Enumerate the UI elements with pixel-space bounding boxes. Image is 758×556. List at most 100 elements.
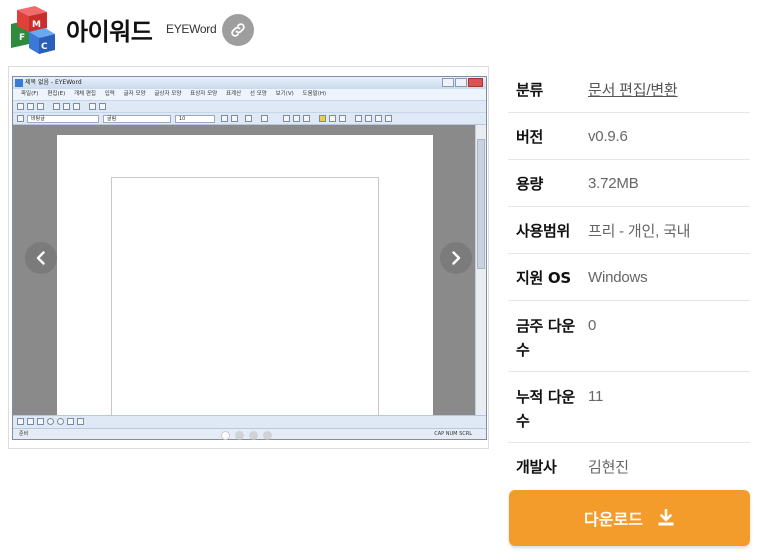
link-icon — [231, 23, 245, 37]
bold-icon — [283, 115, 290, 122]
slide-dot[interactable] — [221, 431, 230, 440]
info-label: 누적 다운수 — [516, 388, 575, 430]
font-combo: 바탕글 — [27, 115, 99, 123]
line-tool-icon — [17, 418, 24, 425]
menu-item: 글자 모양 — [123, 91, 146, 97]
download-button[interactable]: 다운로드 — [509, 490, 750, 546]
app-screenshot: 제목 없음 - EYEWord 파일(F) 편집(E) 개체 편집 입력 글자 … — [12, 76, 487, 440]
outdent-icon — [385, 115, 392, 122]
info-value: 프리 - 개인, 국내 — [588, 222, 691, 240]
menu-item: 개체 편집 — [73, 91, 96, 97]
screenshot-gallery: 제목 없음 - EYEWord 파일(F) 편집(E) 개체 편집 입력 글자 … — [8, 66, 489, 449]
new-doc-icon — [17, 103, 24, 110]
numbered-list-icon — [365, 115, 372, 122]
info-label: 개발사 — [516, 458, 557, 476]
info-row-total-downloads: 누적 다운수 11 — [508, 372, 750, 443]
info-label: 용량 — [516, 174, 544, 193]
list-icon — [355, 115, 362, 122]
arc-tool-icon — [67, 418, 74, 425]
window-controls — [442, 78, 483, 87]
window-menubar: 파일(F) 편집(E) 개체 편집 입력 글자 모양 글상자 모양 표상자 모양… — [13, 89, 486, 100]
info-row-os: 지원 OS Windows — [508, 254, 750, 301]
print-icon — [89, 103, 96, 110]
window-titlebar: 제목 없음 - EYEWord — [13, 77, 486, 89]
rounded-rect-tool-icon — [37, 418, 44, 425]
cut-icon — [53, 103, 60, 110]
category-link[interactable]: 문서 편집/변환 — [588, 79, 750, 100]
info-row-weekly-downloads: 금주 다운수 0 — [508, 301, 750, 372]
circle-tool-icon — [57, 418, 64, 425]
info-row-version: 버전 v0.9.6 — [508, 113, 750, 160]
align-center-icon — [329, 115, 336, 122]
maximize-icon — [455, 78, 467, 87]
align-right-icon — [339, 115, 346, 122]
help-icon — [99, 103, 106, 110]
logo-letter-f: F — [19, 33, 25, 43]
info-value: 11 — [588, 388, 604, 405]
menu-item: 도움말(H) — [302, 91, 327, 97]
ellipse-tool-icon — [47, 418, 54, 425]
menu-item: 입력 — [104, 91, 115, 97]
previous-screenshot-button[interactable] — [25, 242, 57, 274]
logo-letter-c: C — [41, 42, 48, 52]
open-icon — [27, 103, 34, 110]
menu-item: 글상자 모양 — [154, 91, 182, 97]
next-screenshot-button[interactable] — [440, 242, 472, 274]
window-drawing-toolbar — [13, 415, 486, 428]
status-text: 준비 — [19, 431, 29, 437]
close-icon — [468, 78, 483, 87]
minimize-icon — [442, 78, 454, 87]
italic-icon — [293, 115, 300, 122]
download-label: 다운로드 — [584, 510, 643, 529]
app-subtitle: EYEWord — [166, 22, 217, 36]
menu-item: 선 모양 — [249, 91, 267, 97]
font-grow-icon — [221, 115, 228, 122]
status-indicators: CAP NUM SCRL — [434, 431, 472, 437]
slide-indicator — [221, 431, 272, 440]
logo-letter-m: M — [32, 20, 41, 30]
info-label: 지원 OS — [516, 268, 571, 287]
page-margin-guide — [111, 177, 379, 427]
info-label: 사용범위 — [516, 221, 571, 240]
menu-item: 보기(V) — [275, 91, 294, 97]
app-logo: F M C — [11, 6, 55, 54]
info-row-category: 분류 문서 편집/변환 — [508, 66, 750, 113]
info-row-license: 사용범위 프리 - 개인, 국내 — [508, 207, 750, 254]
save-icon — [37, 103, 44, 110]
chevron-right-icon — [452, 251, 461, 265]
menu-item: 표상자 모양 — [190, 91, 218, 97]
chevron-left-icon — [36, 251, 45, 265]
window-vertical-scrollbar — [475, 125, 486, 417]
rect-tool-icon — [27, 418, 34, 425]
style-combo: 굴림 — [103, 115, 171, 123]
menu-item: 표계산 — [225, 91, 242, 97]
underline-icon — [303, 115, 310, 122]
indent-icon — [375, 115, 382, 122]
info-value: v0.9.6 — [588, 127, 628, 145]
info-value: 3.72MB — [588, 174, 639, 192]
scrollbar-thumb — [477, 139, 485, 269]
window-toolbar-format: 바탕글 굴림 10 — [13, 112, 486, 125]
highlight-icon — [245, 115, 252, 122]
info-row-developer: 개발사 김현진 — [508, 443, 750, 490]
info-value: Windows — [588, 268, 648, 286]
homepage-link-button[interactable] — [222, 14, 254, 46]
slide-dot[interactable] — [235, 431, 244, 440]
slide-dot[interactable] — [263, 431, 272, 440]
window-toolbar-main — [13, 100, 486, 112]
info-label: 분류 — [516, 80, 544, 99]
app-title: 아이워드 — [66, 18, 153, 46]
info-label: 버전 — [516, 127, 544, 146]
menu-item: 편집(E) — [47, 91, 66, 97]
window-app-icon — [15, 79, 23, 87]
info-value: 김현진 — [588, 459, 629, 476]
textbox-tool-icon — [77, 418, 84, 425]
slide-dot[interactable] — [249, 431, 258, 440]
align-left-icon — [319, 115, 326, 122]
style-icon — [17, 115, 24, 122]
info-row-size: 용량 3.72MB — [508, 160, 750, 207]
app-info-table: 분류 문서 편집/변환 버전 v0.9.6 용량 3.72MB 사용범위 프리 … — [508, 66, 750, 490]
info-value: 0 — [588, 317, 597, 334]
size-combo: 10 — [175, 115, 215, 123]
info-label: 금주 다운수 — [516, 317, 575, 359]
